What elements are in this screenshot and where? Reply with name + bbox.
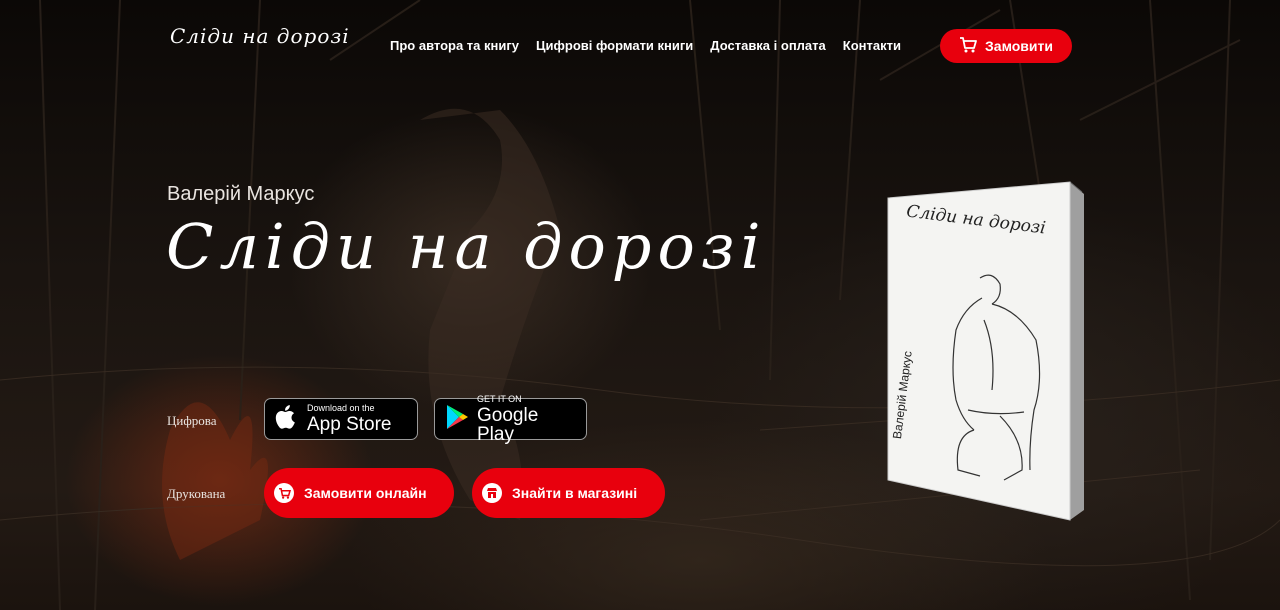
- find-in-store-label: Знайти в магазині: [512, 485, 638, 501]
- cart-icon: [959, 36, 977, 56]
- order-button[interactable]: Замовити: [940, 29, 1072, 63]
- digital-label: Цифрова: [167, 413, 217, 428]
- shop-icon: [482, 483, 502, 503]
- nav-item-about[interactable]: Про автора та книгу: [390, 38, 519, 53]
- google-play-icon: [445, 404, 469, 435]
- order-online-label: Замовити онлайн: [304, 485, 427, 501]
- main-nav: Про автора та книгу Цифрові формати книг…: [390, 38, 901, 53]
- printed-label: Друкована: [167, 486, 226, 501]
- app-store-small-text: Download on the: [307, 403, 375, 413]
- order-online-button[interactable]: Замовити онлайн: [264, 468, 454, 518]
- apple-icon: [275, 403, 299, 436]
- google-play-big-text: Google Play: [477, 404, 539, 445]
- app-store-big-text: App Store: [307, 414, 392, 435]
- site-logo[interactable]: Сліди на дорозі: [170, 24, 350, 48]
- order-button-label: Замовити: [985, 38, 1053, 54]
- author-name: Валерій Маркус: [167, 183, 315, 205]
- nav-item-contacts[interactable]: Контакти: [843, 38, 901, 53]
- nav-item-delivery[interactable]: Доставка і оплата: [710, 38, 825, 53]
- book-cover-3d: Сліди на дорозі Валерій Маркус: [884, 180, 1099, 530]
- google-play-button[interactable]: GET IT ON Google Play: [434, 393, 587, 444]
- cart-icon: [274, 483, 294, 503]
- nav-item-digital-formats[interactable]: Цифрові формати книги: [536, 38, 693, 53]
- book-title-heading: Сліди на дорозі: [166, 210, 767, 283]
- google-play-small-text: GET IT ON: [477, 393, 522, 404]
- app-store-button[interactable]: Download on the App Store: [264, 398, 418, 440]
- find-in-store-button[interactable]: Знайти в магазині: [472, 468, 665, 518]
